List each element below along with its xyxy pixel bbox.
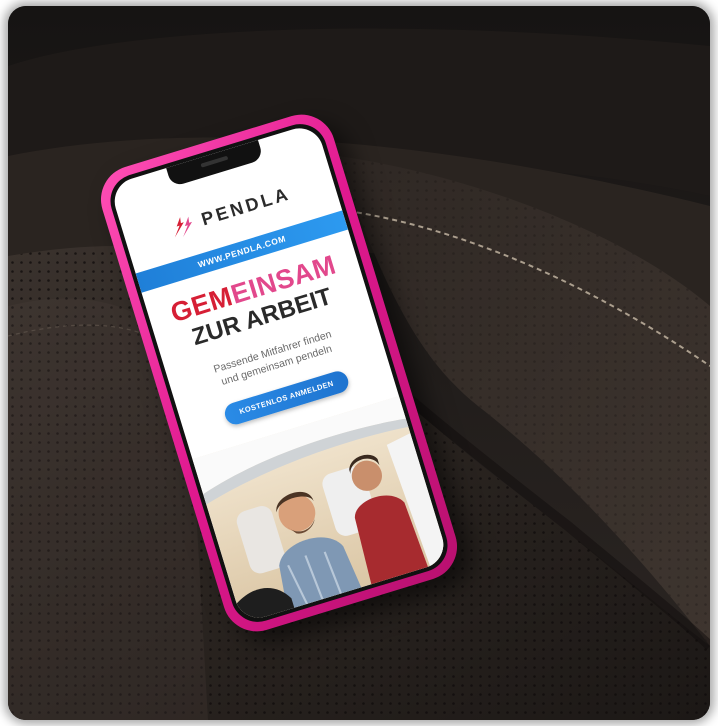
photo-frame: PENDLA WWW.PENDLA.COM GEMEINSAM ZUR ARBE… [8,6,710,720]
brand-name: PENDLA [198,182,293,229]
photo-stage: PENDLA WWW.PENDLA.COM GEMEINSAM ZUR ARBE… [0,0,718,726]
pendla-logo-icon [174,216,192,238]
